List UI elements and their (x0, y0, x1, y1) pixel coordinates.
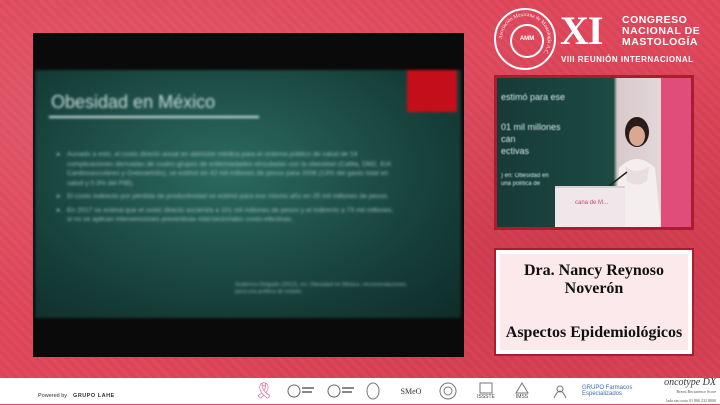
sponsor-imss: IMSS (508, 380, 536, 402)
sponsor-smeo: SMeO (400, 386, 422, 396)
presentation-slide: Obesidad en México Aunado a esto, el cos… (35, 70, 461, 318)
backdrop-banner (661, 78, 691, 227)
sponsor-footer: Powered by GRUPO LAHE 🎗 SMeO ISSSTE IMSS … (0, 376, 720, 404)
sponsor-emblem-icon (362, 380, 384, 402)
sponsor-farmacos: GRUPO Farmacos Especializados (582, 385, 633, 397)
congress-title: CONGRESO NACIONAL DE MASTOLOGÍA (622, 15, 700, 48)
slide-title-underline (49, 116, 259, 118)
camera-slide-text: can (501, 134, 516, 144)
camera-slide-text: ectivas (501, 146, 530, 156)
lectern: cana de M... (555, 186, 625, 227)
oncotype-brand: oncotype DX (664, 376, 716, 388)
camera-slide-ref: una política de (501, 181, 541, 187)
speaker-name: Dra. Nancy Reynoso Noverón (524, 262, 664, 297)
congress-subtitle: VIII REUNIÓN INTERNACIONAL (561, 55, 694, 64)
talk-topic: Aspectos Epidemiológicos (505, 324, 683, 341)
camera-slide-text: estimó para ese (501, 92, 566, 102)
congress-number: XI (560, 8, 603, 53)
slide-accent-block (407, 70, 457, 112)
speaker-info-box: Dra. Nancy Reynoso Noverón Aspectos Epid… (494, 248, 694, 356)
congress-line-3: MASTOLOGÍA (622, 36, 698, 48)
seal-abbr: AMM (519, 36, 535, 42)
sponsor-crest-icon (546, 380, 574, 402)
speaker-camera: estimó para ese 01 mil millones can ecti… (497, 78, 691, 227)
association-seal-icon: Asociación Mexicana de Mastología A.C. A… (494, 8, 556, 70)
sponsor-issste: ISSSTE (472, 380, 500, 402)
sponsor-issste-label: ISSSTE (477, 394, 495, 400)
seal-emblem-icon: AMM (510, 24, 544, 58)
slide-bullet: En 2017 se estima que el costo directo a… (57, 206, 397, 225)
speaker-info-inner: Dra. Nancy Reynoso Noverón Aspectos Epid… (500, 254, 688, 350)
sponsor-logo-icon (284, 380, 318, 402)
slide-bullets: Aunado a esto, el costo directo anual en… (57, 150, 397, 229)
powered-by: Powered by GRUPO LAHE (38, 393, 115, 399)
powered-label: Powered by (38, 393, 68, 399)
slide-bullet: Aunado a esto, el costo directo anual en… (57, 150, 397, 188)
oncotype-phone: lada sin costo 01 800 232 8000 (666, 397, 716, 403)
sponsor-oncotype: oncotype DX Breast Recurrence Score lada… (640, 376, 716, 403)
slide-title: Obesidad en México (51, 92, 216, 112)
camera-slide-ref: ) en: Obesidad en (501, 173, 549, 179)
slide-reference: Gutiérrez-Delgado (2012), en: Obesidad e… (235, 282, 407, 295)
lectern-logo: cana de M... (575, 200, 609, 206)
powered-brand: GRUPO LAHE (73, 393, 115, 399)
slide-bullet: El costo indirecto por pérdida de produc… (57, 192, 397, 202)
camera-slide-text: 01 mil millones (501, 122, 561, 132)
sponsor-circle-logo-icon (434, 380, 462, 402)
sponsor-imss-label: IMSS (515, 394, 529, 400)
sponsor-logo-icon (324, 380, 358, 402)
oncotype-sub: Breast Recurrence Score (676, 388, 716, 394)
pink-ribbon-icon: 🎗 (253, 383, 275, 400)
